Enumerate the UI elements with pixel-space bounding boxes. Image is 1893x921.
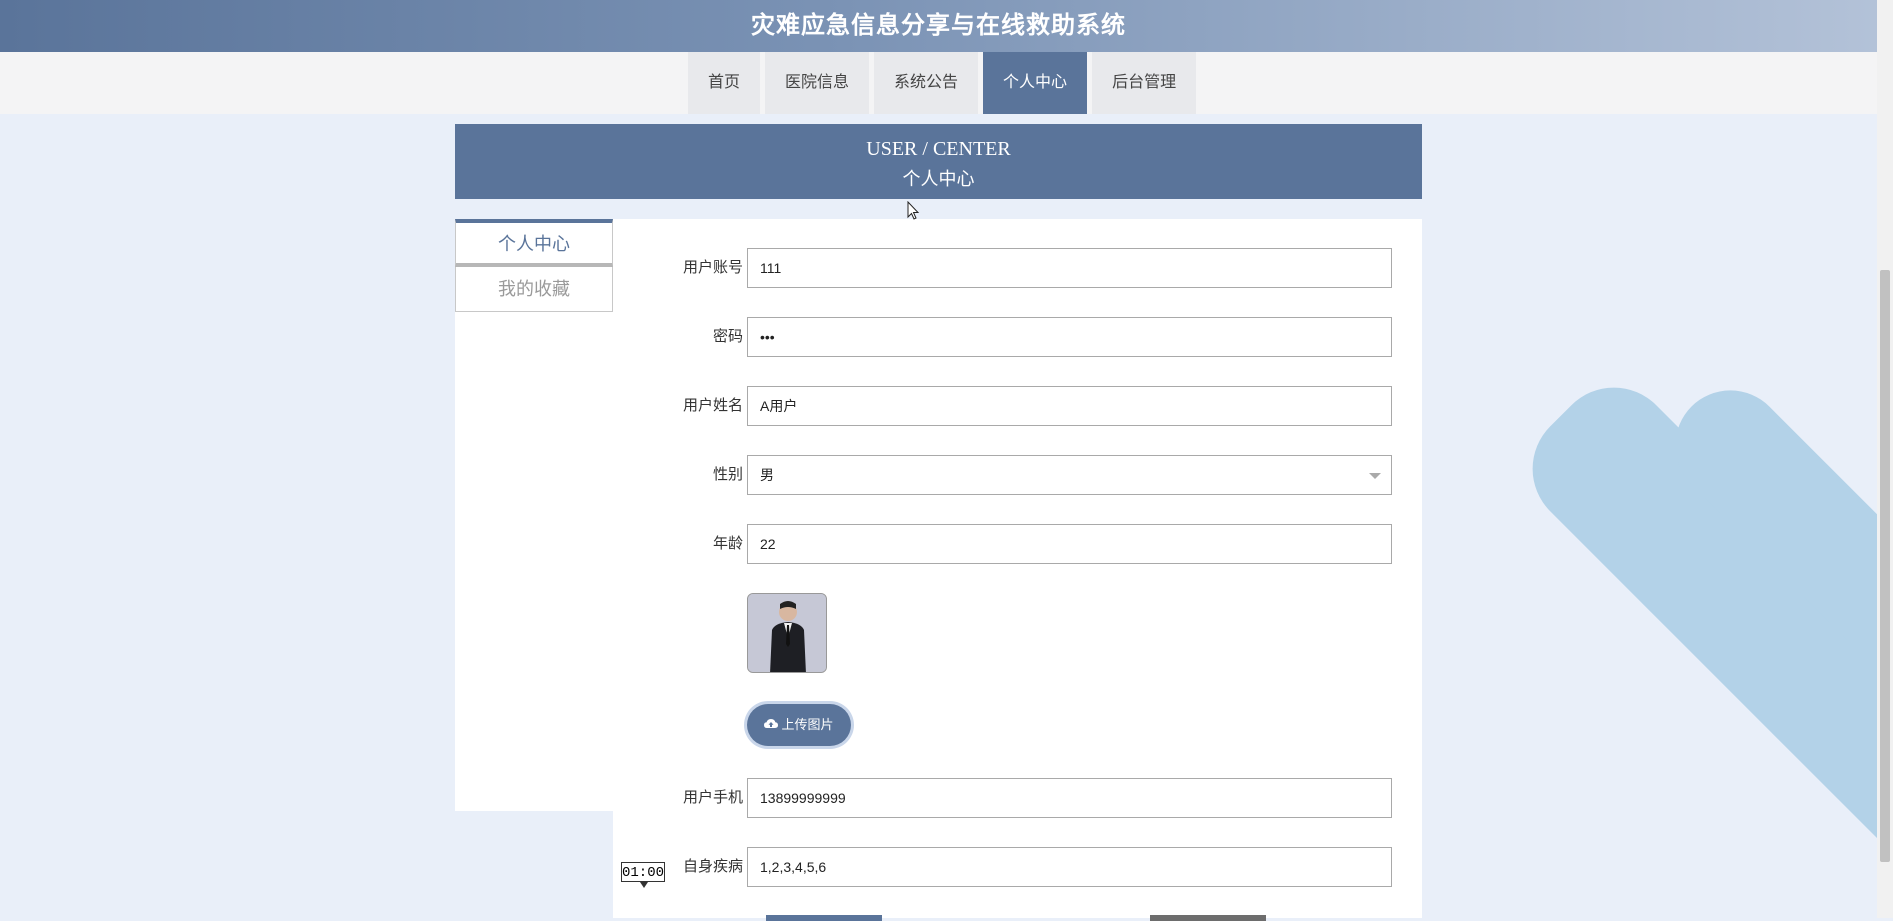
phone-input[interactable]: 13899999999 [747, 778, 1392, 818]
gender-row: 性别 男 [613, 455, 1422, 495]
banner-title-cn: 个人中心 [902, 169, 975, 189]
page-scrollbar[interactable] [1877, 0, 1893, 918]
account-label: 用户账号 [682, 259, 743, 276]
name-input[interactable]: A用户 [747, 386, 1392, 426]
timer-badge: 01:00 [621, 862, 665, 888]
logout-button[interactable] [1150, 915, 1266, 921]
age-row: 年龄 22 [613, 524, 1422, 564]
phone-row: 用户手机 13899999999 [613, 778, 1422, 818]
nav-item-home[interactable]: 首页 [688, 52, 761, 114]
person-photo-icon [748, 594, 826, 672]
password-label: 密码 [712, 328, 743, 345]
nav-item-user-center[interactable]: 个人中心 [983, 52, 1088, 114]
sidebar-item-favorites[interactable]: 我的收藏 [455, 267, 613, 312]
banner-title-en: USER / CENTER [866, 138, 1011, 160]
disease-row: 自身疾病 1,2,3,4,5,6 [613, 847, 1422, 887]
password-input[interactable]: ••• [747, 317, 1392, 357]
name-label: 用户姓名 [682, 397, 743, 414]
disease-label: 自身疾病 [682, 858, 743, 875]
avatar-image [747, 593, 827, 673]
age-input[interactable]: 22 [747, 524, 1392, 564]
main-nav: 首页 医院信息 系统公告 个人中心 后台管理 [0, 52, 1877, 114]
submit-button[interactable] [766, 915, 882, 921]
nav-item-admin[interactable]: 后台管理 [1092, 52, 1197, 114]
scrollbar-thumb[interactable] [1880, 270, 1890, 862]
gender-select[interactable]: 男 [747, 455, 1392, 495]
site-header: 灾难应急信息分享与在线救助系统 [0, 0, 1877, 52]
upload-button-label: 上传图片 [781, 717, 834, 732]
phone-label: 用户手机 [682, 789, 743, 806]
cloud-upload-icon [764, 704, 779, 746]
password-row: 密码 ••• [613, 317, 1422, 357]
account-row: 用户账号 111 [613, 248, 1422, 288]
disease-input[interactable]: 1,2,3,4,5,6 [747, 847, 1392, 887]
gender-label: 性别 [712, 466, 743, 483]
profile-form: 用户账号 111 密码 ••• 用户姓名 A用户 性别 男 年龄 22 上传图片… [613, 219, 1422, 921]
account-input[interactable]: 111 [747, 248, 1392, 288]
name-row: 用户姓名 A用户 [613, 386, 1422, 426]
sidebar-item-user-center[interactable]: 个人中心 [455, 219, 613, 267]
gender-select-value: 男 [760, 467, 774, 483]
age-label: 年龄 [712, 535, 743, 552]
mouse-cursor-icon [907, 201, 920, 220]
upload-image-button[interactable]: 上传图片 [747, 704, 851, 746]
page-banner: USER / CENTER 个人中心 [455, 124, 1422, 199]
sidebar: 个人中心 我的收藏 [455, 219, 613, 811]
chevron-down-icon [1369, 473, 1381, 479]
nav-item-announcements[interactable]: 系统公告 [874, 52, 979, 114]
nav-item-hospital-info[interactable]: 医院信息 [765, 52, 870, 114]
site-title: 灾难应急信息分享与在线救助系统 [751, 12, 1126, 39]
